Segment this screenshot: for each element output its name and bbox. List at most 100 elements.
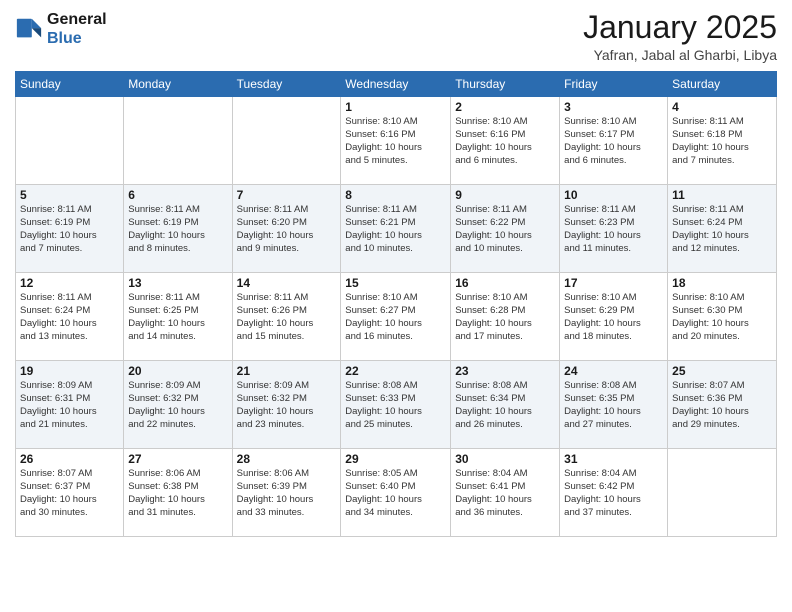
day-number: 25: [672, 364, 772, 378]
day-info: Sunrise: 8:10 AMSunset: 6:17 PMDaylight:…: [564, 116, 663, 167]
day-info: Sunrise: 8:11 AMSunset: 6:25 PMDaylight:…: [128, 292, 227, 343]
day-info: Sunrise: 8:11 AMSunset: 6:18 PMDaylight:…: [672, 116, 772, 167]
table-row: 7Sunrise: 8:11 AMSunset: 6:20 PMDaylight…: [232, 185, 341, 273]
day-number: 4: [672, 100, 772, 114]
day-info: Sunrise: 8:11 AMSunset: 6:21 PMDaylight:…: [345, 204, 446, 255]
col-thursday: Thursday: [451, 72, 560, 97]
col-wednesday: Wednesday: [341, 72, 451, 97]
day-number: 16: [455, 276, 555, 290]
table-row: 1 Sunrise: 8:10 AMSunset: 6:16 PMDaylight…: [341, 97, 451, 185]
table-row: 2Sunrise: 8:10 AMSunset: 6:16 PMDaylight…: [451, 97, 560, 185]
location: Yafran, Jabal al Gharbi, Libya: [583, 47, 777, 63]
day-number: 11: [672, 188, 772, 202]
table-row: 27Sunrise: 8:06 AMSunset: 6:38 PMDayligh…: [124, 449, 232, 537]
table-row: 24 Sunrise: 8:08 AMSunset: 6:35 PMDayligh…: [560, 361, 668, 449]
table-row: 14Sunrise: 8:11 AMSunset: 6:26 PMDayligh…: [232, 273, 341, 361]
day-number: 23: [455, 364, 555, 378]
day-number: 29: [345, 452, 446, 466]
table-row: 25Sunrise: 8:07 AMSunset: 6:36 PMDayligh…: [668, 361, 777, 449]
day-info: Sunrise: 8:09 AMSunset: 6:32 PMDaylight:…: [128, 380, 227, 431]
table-row: 23 Sunrise: 8:08 AMSunset: 6:34 PMDayligh…: [451, 361, 560, 449]
day-info: Sunrise: 8:11 AMSunset: 6:22 PMDaylight:…: [455, 204, 555, 255]
col-saturday: Saturday: [668, 72, 777, 97]
day-number: 31: [564, 452, 663, 466]
day-info: Sunrise: 8:10 AMSunset: 6:29 PMDaylight:…: [564, 292, 663, 343]
day-info: Sunrise: 8:10 AMSunset: 6:28 PMDaylight:…: [455, 292, 555, 343]
table-row: 10Sunrise: 8:11 AMSunset: 6:23 PMDayligh…: [560, 185, 668, 273]
table-row: [668, 449, 777, 537]
table-row: [16, 97, 124, 185]
header: General Blue January 2025 Yafran, Jabal …: [15, 10, 777, 63]
day-info: Sunrise: 8:11 AMSunset: 6:24 PMDaylight:…: [20, 292, 119, 343]
calendar-header-row: Sunday Monday Tuesday Wednesday Thursday…: [16, 72, 777, 97]
day-info: Sunrise: 8:11 AMSunset: 6:19 PMDaylight:…: [128, 204, 227, 255]
day-info: Sunrise: 8:04 AMSunset: 6:41 PMDaylight:…: [455, 468, 555, 519]
day-number: 17: [564, 276, 663, 290]
day-number: 26: [20, 452, 119, 466]
table-row: 30 Sunrise: 8:04 AMSunset: 6:41 PMDayligh…: [451, 449, 560, 537]
table-row: 9 Sunrise: 8:11 AMSunset: 6:22 PMDaylight…: [451, 185, 560, 273]
day-info: Sunrise: 8:10 AMSunset: 6:30 PMDaylight:…: [672, 292, 772, 343]
col-tuesday: Tuesday: [232, 72, 341, 97]
day-info: Sunrise: 8:08 AMSunset: 6:35 PMDaylight:…: [564, 380, 663, 431]
table-row: 31 Sunrise: 8:04 AMSunset: 6:42 PMDayligh…: [560, 449, 668, 537]
day-number: 20: [128, 364, 227, 378]
table-row: 4 Sunrise: 8:11 AMSunset: 6:18 PMDaylight…: [668, 97, 777, 185]
table-row: 21 Sunrise: 8:09 AMSunset: 6:32 PMDayligh…: [232, 361, 341, 449]
calendar-week-row: 1 Sunrise: 8:10 AMSunset: 6:16 PMDaylight…: [16, 97, 777, 185]
day-number: 12: [20, 276, 119, 290]
table-row: 28Sunrise: 8:06 AMSunset: 6:39 PMDayligh…: [232, 449, 341, 537]
calendar-week-row: 19 Sunrise: 8:09 AMSunset: 6:31 PMDayligh…: [16, 361, 777, 449]
day-info: Sunrise: 8:04 AMSunset: 6:42 PMDaylight:…: [564, 468, 663, 519]
logo: General Blue: [15, 10, 107, 48]
calendar-week-row: 5 Sunrise: 8:11 AMSunset: 6:19 PMDaylight…: [16, 185, 777, 273]
table-row: 6 Sunrise: 8:11 AMSunset: 6:19 PMDaylight…: [124, 185, 232, 273]
day-info: Sunrise: 8:06 AMSunset: 6:39 PMDaylight:…: [237, 468, 337, 519]
day-info: Sunrise: 8:08 AMSunset: 6:34 PMDaylight:…: [455, 380, 555, 431]
day-number: 9: [455, 188, 555, 202]
table-row: 15 Sunrise: 8:10 AMSunset: 6:27 PMDayligh…: [341, 273, 451, 361]
day-info: Sunrise: 8:09 AMSunset: 6:31 PMDaylight:…: [20, 380, 119, 431]
day-number: 21: [237, 364, 337, 378]
table-row: 12 Sunrise: 8:11 AMSunset: 6:24 PMDayligh…: [16, 273, 124, 361]
table-row: 3 Sunrise: 8:10 AMSunset: 6:17 PMDaylight…: [560, 97, 668, 185]
day-number: 2: [455, 100, 555, 114]
table-row: 22 Sunrise: 8:08 AMSunset: 6:33 PMDayligh…: [341, 361, 451, 449]
col-sunday: Sunday: [16, 72, 124, 97]
day-number: 19: [20, 364, 119, 378]
col-friday: Friday: [560, 72, 668, 97]
day-number: 30: [455, 452, 555, 466]
page-container: General Blue January 2025 Yafran, Jabal …: [0, 0, 792, 612]
day-number: 14: [237, 276, 337, 290]
table-row: 16 Sunrise: 8:10 AMSunset: 6:28 PMDayligh…: [451, 273, 560, 361]
table-row: [124, 97, 232, 185]
day-info: Sunrise: 8:09 AMSunset: 6:32 PMDaylight:…: [237, 380, 337, 431]
day-number: 6: [128, 188, 227, 202]
day-number: 7: [237, 188, 337, 202]
table-row: 5 Sunrise: 8:11 AMSunset: 6:19 PMDaylight…: [16, 185, 124, 273]
day-info: Sunrise: 8:10 AMSunset: 6:16 PMDaylight:…: [345, 116, 446, 167]
table-row: 20 Sunrise: 8:09 AMSunset: 6:32 PMDayligh…: [124, 361, 232, 449]
day-number: 22: [345, 364, 446, 378]
table-row: 11Sunrise: 8:11 AMSunset: 6:24 PMDayligh…: [668, 185, 777, 273]
day-info: Sunrise: 8:08 AMSunset: 6:33 PMDaylight:…: [345, 380, 446, 431]
day-number: 5: [20, 188, 119, 202]
table-row: 13Sunrise: 8:11 AMSunset: 6:25 PMDayligh…: [124, 273, 232, 361]
table-row: 19 Sunrise: 8:09 AMSunset: 6:31 PMDayligh…: [16, 361, 124, 449]
day-number: 15: [345, 276, 446, 290]
day-info: Sunrise: 8:11 AMSunset: 6:19 PMDaylight:…: [20, 204, 119, 255]
table-row: 8 Sunrise: 8:11 AMSunset: 6:21 PMDaylight…: [341, 185, 451, 273]
day-number: 3: [564, 100, 663, 114]
logo-text: General Blue: [47, 10, 107, 48]
col-monday: Monday: [124, 72, 232, 97]
day-info: Sunrise: 8:07 AMSunset: 6:37 PMDaylight:…: [20, 468, 119, 519]
day-info: Sunrise: 8:11 AMSunset: 6:23 PMDaylight:…: [564, 204, 663, 255]
day-info: Sunrise: 8:10 AMSunset: 6:27 PMDaylight:…: [345, 292, 446, 343]
title-block: January 2025 Yafran, Jabal al Gharbi, Li…: [583, 10, 777, 63]
day-number: 8: [345, 188, 446, 202]
table-row: [232, 97, 341, 185]
day-number: 24: [564, 364, 663, 378]
day-number: 1: [345, 100, 446, 114]
table-row: 26 Sunrise: 8:07 AMSunset: 6:37 PMDayligh…: [16, 449, 124, 537]
day-info: Sunrise: 8:06 AMSunset: 6:38 PMDaylight:…: [128, 468, 227, 519]
